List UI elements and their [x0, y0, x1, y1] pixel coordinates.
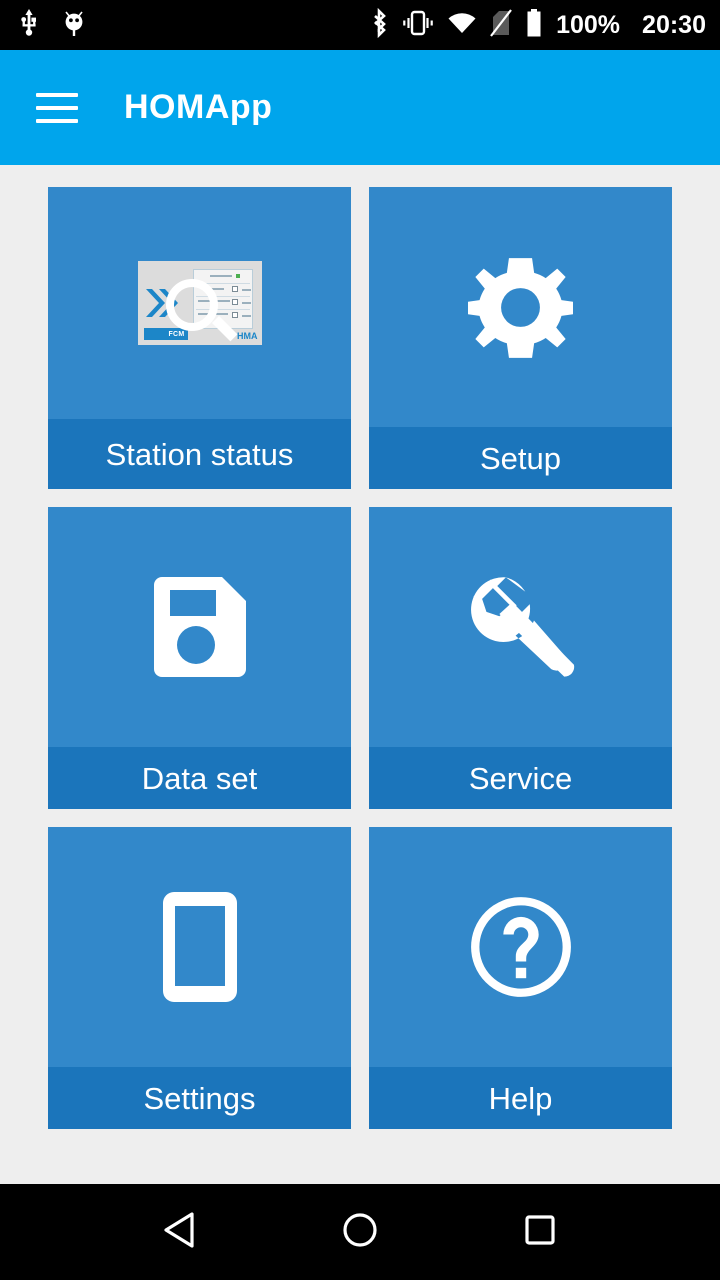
menu-grid: FCM HMA Station status Setup Data set Se…	[48, 187, 672, 1129]
hamburger-menu-icon[interactable]	[36, 92, 78, 123]
wifi-icon	[447, 11, 477, 40]
tile-data-set[interactable]: Data set	[48, 507, 351, 809]
wrench-icon	[369, 507, 672, 747]
app-bar: HOMApp	[0, 50, 720, 165]
tile-label-help: Help	[369, 1067, 672, 1129]
question-mark-circle-icon	[369, 827, 672, 1067]
tile-settings[interactable]: Settings	[48, 827, 351, 1129]
tile-service[interactable]: Service	[369, 507, 672, 809]
thumbnail-brand: HMA	[237, 331, 258, 341]
tile-label-settings: Settings	[48, 1067, 351, 1129]
station-status-thumbnail-icon: FCM HMA	[48, 187, 351, 419]
main-content: FCM HMA Station status Setup Data set Se…	[0, 165, 720, 1184]
bluetooth-icon	[369, 7, 389, 43]
tile-setup[interactable]: Setup	[369, 187, 672, 489]
tile-label-setup: Setup	[369, 427, 672, 489]
vibrate-icon	[402, 10, 434, 41]
tile-help[interactable]: Help	[369, 827, 672, 1129]
status-bar-clock: 20:30	[642, 10, 706, 39]
battery-icon	[525, 8, 543, 43]
status-bar-right-icons: 100% 20:30	[369, 7, 706, 43]
usb-icon	[18, 8, 40, 42]
no-sim-icon	[490, 8, 512, 42]
battery-percentage: 100%	[556, 10, 621, 39]
recents-button[interactable]	[510, 1202, 570, 1262]
back-button[interactable]	[150, 1202, 210, 1262]
tile-station-status[interactable]: FCM HMA Station status	[48, 187, 351, 489]
gear-icon	[369, 187, 672, 427]
floppy-disk-icon	[48, 507, 351, 747]
home-button[interactable]	[330, 1202, 390, 1262]
android-debug-icon	[62, 9, 86, 42]
square-recents-icon	[523, 1213, 557, 1252]
circle-home-icon	[341, 1211, 379, 1254]
tile-label-service: Service	[369, 747, 672, 809]
smartphone-icon	[48, 827, 351, 1067]
page-title: HOMApp	[124, 88, 273, 126]
tile-label-data-set: Data set	[48, 747, 351, 809]
triangle-back-icon	[162, 1210, 198, 1255]
status-bar-left-icons	[18, 8, 86, 42]
app-screen: 100% 20:30 HOMApp FCM HMA Station status…	[0, 0, 720, 1280]
status-bar: 100% 20:30	[0, 0, 720, 50]
android-navigation-bar	[0, 1184, 720, 1280]
tile-label-station-status: Station status	[48, 419, 351, 489]
thumbnail-badge: FCM	[143, 328, 188, 340]
